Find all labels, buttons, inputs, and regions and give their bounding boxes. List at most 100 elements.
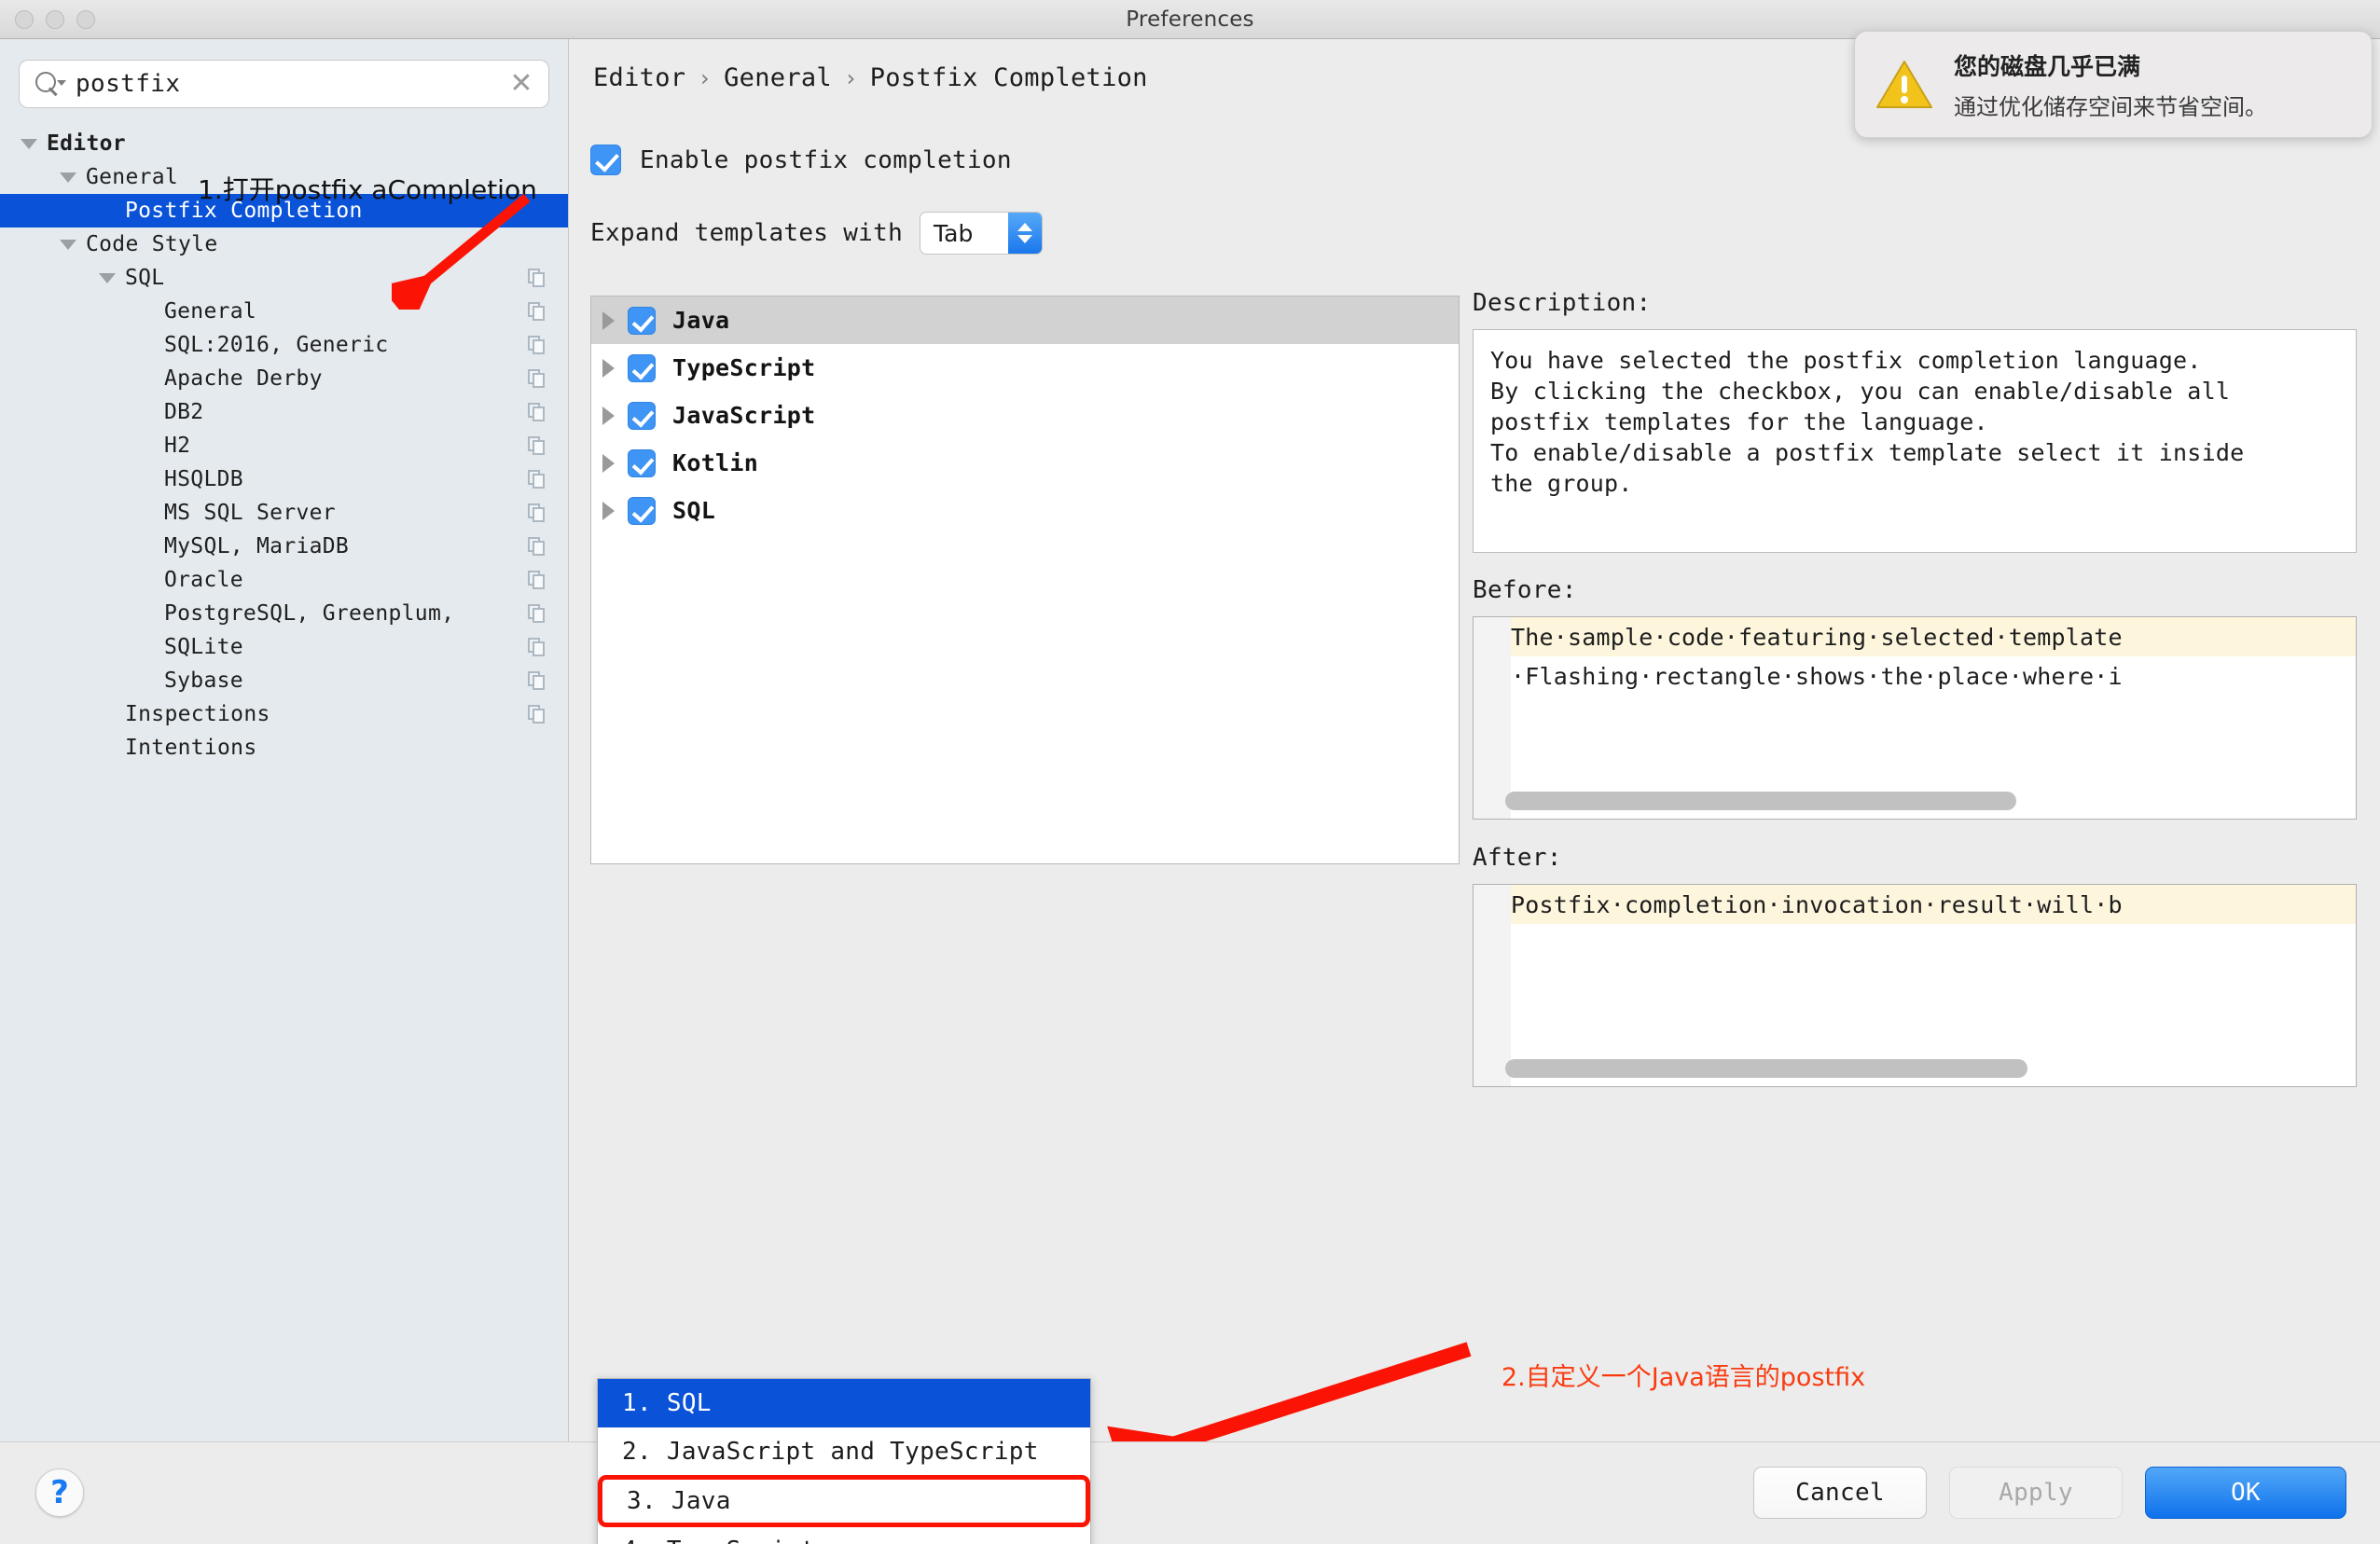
notification-subtitle: 通过优化储存空间来节省空间。 [1954,93,2267,120]
copy-scheme-icon[interactable] [528,369,547,389]
search-box[interactable]: ✕ [19,60,549,108]
breadcrumb-part-0[interactable]: Editor [593,63,685,92]
sidebar-item-label: Sybase [164,669,243,693]
chevron-down-icon[interactable] [99,272,116,283]
enable-postfix-label: Enable postfix completion [640,145,1012,174]
chevron-right-icon[interactable] [602,406,615,425]
sidebar-item-editor[interactable]: Editor [0,127,568,160]
copy-scheme-icon[interactable] [528,604,547,624]
sidebar-item-label: SQL:2016, Generic [164,333,389,357]
language-checkbox[interactable] [628,306,656,335]
copy-scheme-icon[interactable] [528,638,547,657]
copy-scheme-icon[interactable] [528,671,547,691]
apply-button[interactable]: Apply [1949,1467,2123,1519]
language-dropdown-popup[interactable]: 1. SQL 2. JavaScript and TypeScript 3. Jav… [597,1378,1091,1544]
language-label: Kotlin [672,449,759,476]
stepper-icon[interactable] [1008,213,1043,254]
sidebar-item-intentions[interactable]: Intentions [0,731,568,765]
sidebar-item-label: Editor [47,131,126,156]
description-line: postfix templates for the language. [1490,408,1988,435]
language-row-typescript[interactable]: TypeScript [591,344,1459,392]
expand-templates-select[interactable]: Tab [920,212,1044,255]
main-panel: Editor › General › Postfix Completion Enable… [570,39,2380,1441]
sidebar-item-label: MS SQL Server [164,501,336,525]
breadcrumb-part-1[interactable]: General [724,63,832,92]
language-row-sql[interactable]: SQL [591,487,1459,534]
language-checkbox[interactable] [628,496,656,525]
sidebar-item-db2[interactable]: DB2 [0,395,568,429]
before-code-box[interactable]: 1The·sample·code·featuring·selected·temp… [1473,616,2357,820]
sidebar-item-sybase[interactable]: Sybase [0,664,568,697]
code-text: The·sample·code·featuring·selected·templ… [1511,623,2123,651]
chevron-right-icon[interactable] [602,358,615,378]
sidebar-item-sqlite[interactable]: SQLite [0,630,568,664]
notification-title: 您的磁盘几乎已满 [1954,52,2141,80]
sidebar-item-ms-sql-server[interactable]: MS SQL Server [0,496,568,530]
horizontal-scrollbar[interactable] [1505,1059,2027,1078]
breadcrumb-separator: › [698,64,713,91]
horizontal-scrollbar[interactable] [1505,792,2016,810]
sidebar-item-label: Oracle [164,568,243,592]
description-line: To enable/disable a postfix template sel… [1490,439,2245,466]
right-column: Description: You have selected the postf… [1473,289,2357,1087]
language-row-javascript[interactable]: JavaScript [591,392,1459,439]
enable-postfix-checkbox[interactable] [590,145,621,175]
code-line: 2·Flashing·rectangle·shows·the·place·whe… [1474,656,2356,696]
search-input[interactable] [76,70,494,98]
help-button[interactable]: ? [35,1468,84,1517]
sidebar-item-label: Intentions [125,736,257,760]
language-checkbox[interactable] [628,448,656,477]
sidebar-item-inspections[interactable]: Inspections [0,697,568,731]
popup-menu-item-1[interactable]: 1. SQL [598,1379,1090,1427]
code-line: 1The·sample·code·featuring·selected·temp… [1474,617,2356,656]
annotation-1-arrow-icon [392,193,531,310]
sidebar-item-label: H2 [164,434,191,458]
cancel-button[interactable]: Cancel [1753,1467,1927,1519]
sidebar-item-sql-2016-generic[interactable]: SQL:2016, Generic [0,328,568,362]
language-checkbox[interactable] [628,401,656,430]
preferences-window: Preferences ✕ Editor General Postfix Compl… [0,0,2380,1544]
sidebar-item-label: Inspections [125,702,270,726]
language-list[interactable]: Java TypeScript JavaScript Kotlin SQL [590,296,1460,864]
dialog-footer: ? Cancel Apply OK [0,1441,2380,1544]
chevron-right-icon[interactable] [602,310,615,330]
enable-postfix-row[interactable]: Enable postfix completion [590,145,1012,175]
after-code-box[interactable]: 1Postfix·completion·invocation·result·wi… [1473,884,2357,1087]
chevron-right-icon[interactable] [602,453,615,473]
language-row-java[interactable]: Java [591,296,1459,344]
sidebar-item-h2[interactable]: H2 [0,429,568,462]
description-box: You have selected the postfix completion… [1473,329,2357,553]
disk-full-notification[interactable]: 您的磁盘几乎已满 通过优化储存空间来节省空间。 [1854,31,2373,138]
sidebar-item-oracle[interactable]: Oracle [0,563,568,597]
copy-scheme-icon[interactable] [528,336,547,355]
sidebar-item-postgresql-greenplum[interactable]: PostgreSQL, Greenplum, [0,597,568,630]
copy-scheme-icon[interactable] [528,403,547,422]
chevron-down-icon[interactable] [60,239,76,250]
chevron-down-icon[interactable] [21,138,37,149]
copy-scheme-icon[interactable] [528,537,547,557]
description-label: Description: [1473,289,1652,317]
clear-search-icon[interactable]: ✕ [494,70,548,98]
popup-menu-item-2[interactable]: 2. JavaScript and TypeScript [598,1427,1090,1476]
language-row-kotlin[interactable]: Kotlin [591,439,1459,487]
sidebar-item-mysql-mariadb[interactable]: MySQL, MariaDB [0,530,568,563]
language-checkbox[interactable] [628,353,656,382]
copy-scheme-icon[interactable] [528,503,547,523]
chevron-right-icon[interactable] [602,501,615,520]
chevron-down-icon[interactable] [60,172,76,183]
search-icon[interactable] [20,72,76,96]
copy-scheme-icon[interactable] [528,571,547,590]
language-label: Java [672,307,730,334]
popup-menu-item-4[interactable]: 4. TypeScript [598,1526,1090,1544]
breadcrumb-separator: › [843,64,858,91]
description-line: You have selected the postfix completion… [1490,347,2202,374]
sidebar-item-apache-derby[interactable]: Apache Derby [0,362,568,395]
sidebar-item-label: SQLite [164,635,243,659]
language-label: SQL [672,497,716,524]
popup-menu-item-3[interactable]: 3. Java [598,1475,1090,1527]
sidebar-item-hsqldb[interactable]: HSQLDB [0,462,568,496]
copy-scheme-icon[interactable] [528,436,547,456]
copy-scheme-icon[interactable] [528,705,547,724]
copy-scheme-icon[interactable] [528,470,547,489]
ok-button[interactable]: OK [2145,1467,2346,1519]
